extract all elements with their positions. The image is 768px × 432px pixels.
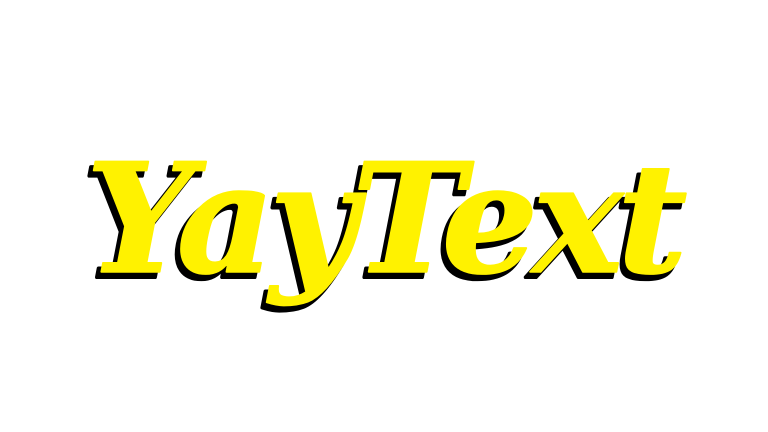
logo-canvas: YayText YayText: [0, 0, 768, 432]
logo-text: YayText: [86, 130, 686, 308]
yaytext-logo: YayText YayText: [80, 129, 693, 315]
